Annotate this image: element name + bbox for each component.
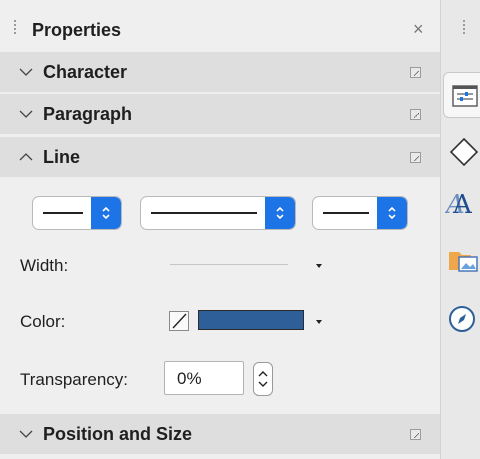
navigator-icon: [449, 306, 475, 332]
panel-title: Properties: [32, 20, 122, 40]
dropdown-arrow-icon[interactable]: [316, 264, 322, 268]
transparency-field[interactable]: 0%: [164, 361, 244, 395]
more-options-icon[interactable]: [410, 429, 421, 440]
transparency-label: Transparency:: [20, 370, 129, 389]
close-icon[interactable]: ×: [413, 19, 424, 39]
dropdown-spinner-icon: [91, 197, 121, 229]
line-color-icon[interactable]: [168, 310, 190, 332]
more-options-icon[interactable]: [410, 152, 421, 163]
drag-grip-icon[interactable]: [463, 20, 465, 36]
sidebar-tab-bar: A A: [440, 0, 480, 459]
tab-shapes[interactable]: [441, 132, 480, 172]
transparency-value: 0%: [177, 369, 202, 388]
properties-panel: Properties × Character Paragraph Line Wi…: [0, 0, 440, 459]
chevron-down-icon: [19, 430, 33, 438]
color-label: Color:: [20, 312, 66, 331]
dropdown-spinner-icon: [265, 197, 295, 229]
svg-text:A: A: [452, 190, 473, 218]
line-style-dropdown[interactable]: [140, 196, 296, 230]
transparency-stepper[interactable]: [253, 362, 273, 396]
section-paragraph-label: Paragraph: [43, 104, 133, 124]
line-preview: [43, 212, 83, 214]
width-label: Width:: [20, 256, 69, 275]
line-color-swatch[interactable]: [198, 310, 304, 330]
arrow-start-dropdown[interactable]: [32, 196, 122, 230]
section-character-label: Character: [43, 62, 128, 82]
tab-navigator[interactable]: [441, 298, 480, 338]
drag-grip-icon[interactable]: [14, 20, 16, 36]
section-character[interactable]: Character: [0, 52, 440, 92]
line-preview: [323, 212, 369, 214]
width-selector[interactable]: [170, 264, 288, 265]
shapes-icon: [449, 137, 479, 167]
more-options-icon[interactable]: [410, 67, 421, 78]
arrow-end-dropdown[interactable]: [312, 196, 408, 230]
section-position-size-label: Position and Size: [43, 424, 193, 444]
section-line[interactable]: Line: [0, 137, 440, 177]
chevron-down-icon: [19, 110, 33, 118]
section-line-label: Line: [43, 147, 81, 167]
section-paragraph[interactable]: Paragraph: [0, 94, 440, 134]
line-preview: [151, 212, 257, 214]
gallery-icon: [449, 252, 478, 272]
section-position-size[interactable]: Position and Size: [0, 414, 440, 454]
chevron-up-icon: [19, 153, 33, 161]
stepper-arrows-icon: [258, 371, 268, 387]
dropdown-spinner-icon: [377, 197, 407, 229]
tab-gallery[interactable]: [441, 240, 480, 280]
panel-title-bar: Properties ×: [0, 0, 440, 50]
chevron-down-icon: [19, 68, 33, 76]
dropdown-arrow-icon[interactable]: [316, 320, 322, 324]
styles-icon: A A: [445, 190, 473, 218]
tab-styles[interactable]: A A: [441, 182, 480, 222]
more-options-icon[interactable]: [410, 109, 421, 120]
tab-properties[interactable]: [443, 72, 480, 118]
properties-icon: [452, 85, 478, 107]
